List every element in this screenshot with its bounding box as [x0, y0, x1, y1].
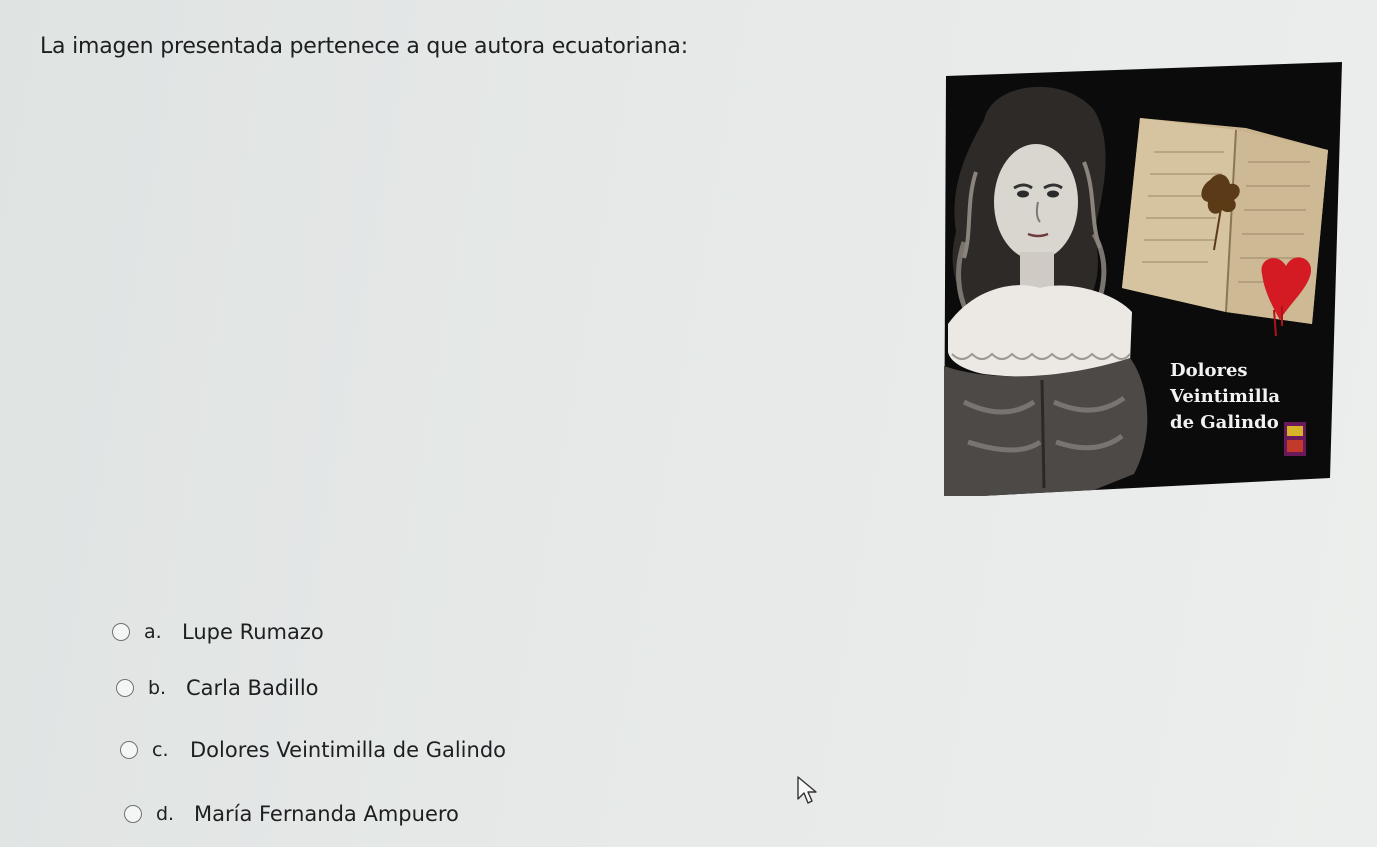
- option-c[interactable]: c. Dolores Veintimilla de Galindo: [120, 738, 506, 762]
- option-c-letter: c.: [152, 739, 169, 761]
- option-b-letter: b.: [148, 677, 167, 699]
- radio-b[interactable]: [116, 679, 134, 697]
- question-image: Dolores Veintimilla de Galindo: [944, 62, 1342, 496]
- option-c-text: Dolores Veintimilla de Galindo: [190, 738, 507, 762]
- option-a-text: Lupe Rumazo: [182, 620, 324, 644]
- radio-a[interactable]: [112, 623, 130, 641]
- caption-line2: Veintimilla: [1169, 386, 1280, 407]
- radio-c[interactable]: [120, 741, 138, 759]
- question-text: La imagen presentada pertenece a que aut…: [40, 34, 688, 59]
- option-d[interactable]: d. María Fernanda Ampuero: [124, 802, 459, 826]
- option-d-text: María Fernanda Ampuero: [194, 802, 459, 826]
- option-b[interactable]: b. Carla Badillo: [116, 676, 319, 700]
- option-d-letter: d.: [156, 803, 175, 825]
- option-b-text: Carla Badillo: [186, 676, 319, 700]
- radio-d[interactable]: [124, 805, 142, 823]
- mouse-pointer-icon: [796, 775, 822, 809]
- caption-line1: Dolores: [1170, 360, 1248, 381]
- caption-line3: de Galindo: [1170, 412, 1279, 433]
- option-a-letter: a.: [144, 621, 162, 643]
- option-a[interactable]: a. Lupe Rumazo: [112, 620, 324, 644]
